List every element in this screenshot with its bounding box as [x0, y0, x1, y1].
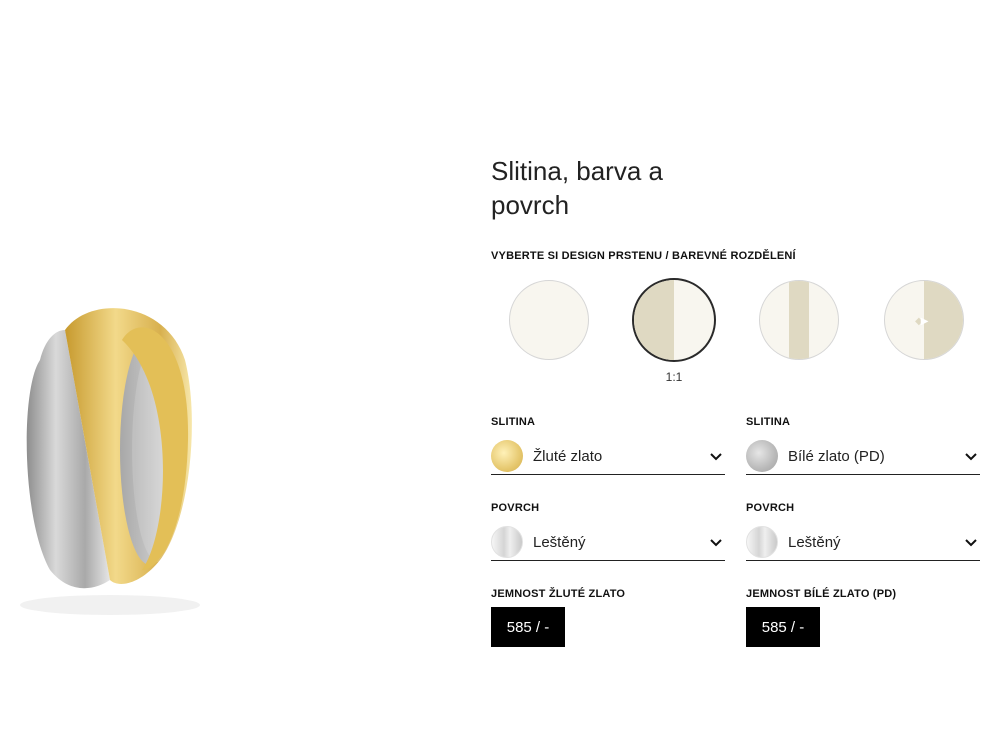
left-surface-label: Povrch: [491, 502, 540, 514]
chevron-down-icon: [710, 539, 722, 547]
chevron-down-icon: [710, 453, 722, 461]
right-fineness-button[interactable]: 585 / -: [746, 607, 820, 647]
right-alloy-select[interactable]: Bílé zlato (PD): [746, 438, 980, 475]
design-single-swatch: [509, 280, 589, 360]
left-alloy-value: Žluté zlato: [533, 447, 603, 465]
design-option-center-stripe[interactable]: [757, 278, 841, 362]
right-alloy-label: Slitina: [746, 416, 791, 428]
polished-surface-swatch-icon: [746, 526, 778, 558]
right-surface-label: Povrch: [746, 502, 795, 514]
left-surface-value: Leštěný: [533, 533, 586, 551]
right-fineness-label: Jemnost bílé zlato (PD): [746, 588, 897, 600]
chevron-down-icon: [965, 539, 977, 547]
white-gold-swatch-icon: [746, 440, 778, 472]
right-surface-select[interactable]: Leštěný: [746, 524, 980, 561]
design-split-half-swatch: [632, 278, 716, 362]
left-fineness-button[interactable]: 585 / -: [491, 607, 565, 647]
split-adjust-arrows-icon: ◆▶: [915, 316, 928, 327]
design-center-stripe-swatch: [759, 280, 839, 360]
design-caption: 1:1: [665, 370, 683, 384]
design-option-split-half[interactable]: 1:1: [632, 278, 716, 384]
page-title: Slitina, barva a povrch: [491, 156, 663, 220]
polished-surface-swatch-icon: [491, 526, 523, 558]
ring-preview-image: [0, 270, 240, 630]
right-alloy-value: Bílé zlato (PD): [788, 447, 885, 465]
design-adjustable-split-swatch: ◆▶: [884, 280, 964, 360]
design-option-single[interactable]: [507, 278, 591, 362]
chevron-down-icon: [965, 453, 977, 461]
yellow-gold-swatch-icon: [491, 440, 523, 472]
right-surface-value: Leštěný: [788, 533, 841, 551]
design-options: 1:1 ◆▶: [491, 278, 981, 388]
left-surface-select[interactable]: Leštěný: [491, 524, 725, 561]
left-alloy-select[interactable]: Žluté zlato: [491, 438, 725, 475]
left-alloy-label: Slitina: [491, 416, 536, 428]
left-fineness-label: Jemnost žluté zlato: [491, 588, 626, 600]
design-section-label: Vyberte si design prstenu / barevné rozd…: [491, 250, 796, 262]
design-option-adjustable-split[interactable]: ◆▶: [882, 278, 966, 362]
